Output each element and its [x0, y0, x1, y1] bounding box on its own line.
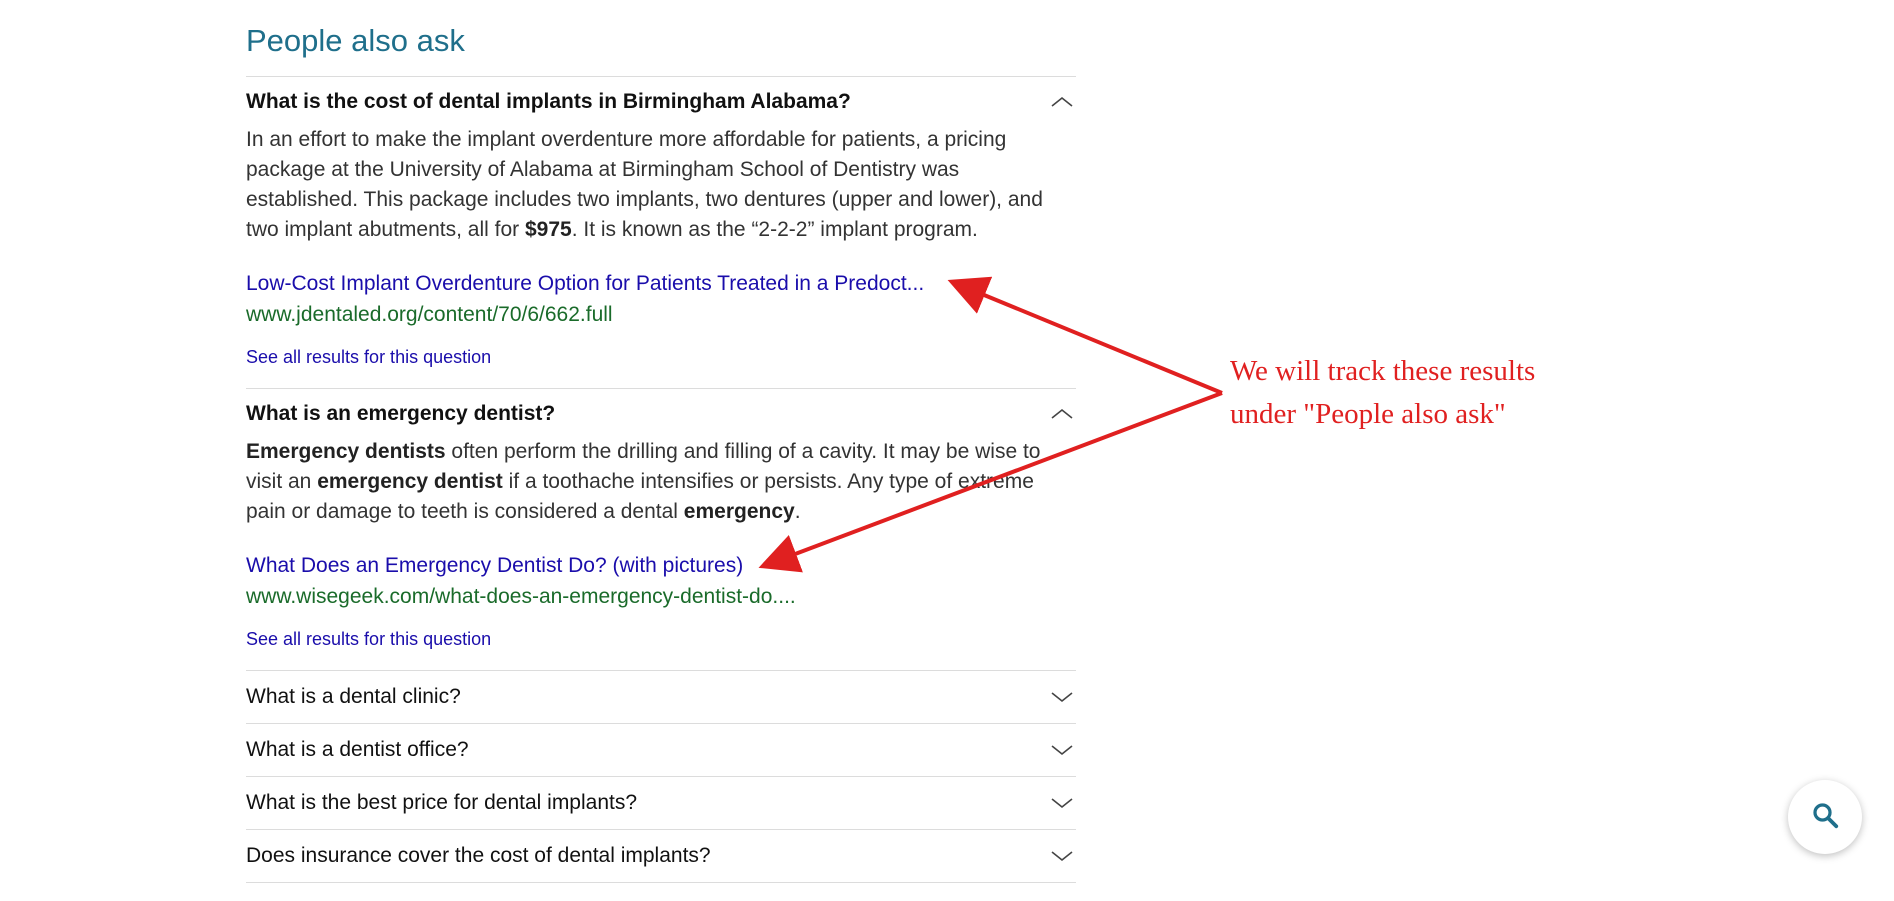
- chevron-up-icon[interactable]: [1050, 402, 1074, 426]
- question-text: What is a dentist office?: [246, 738, 469, 761]
- annotation-note: We will track these results under "Peopl…: [1230, 350, 1535, 436]
- answer-highlight: emergency: [683, 500, 795, 523]
- people-also-ask-section: People also ask What is the cost of dent…: [246, 20, 1076, 883]
- chevron-down-icon[interactable]: [1050, 791, 1074, 815]
- answer-segment: . It is known as the “2-2-2” implant pro…: [571, 218, 978, 241]
- answer-highlight: Emergency dentists: [246, 440, 446, 463]
- question-item[interactable]: What is the best price for dental implan…: [246, 776, 1076, 829]
- chevron-down-icon[interactable]: [1050, 844, 1074, 868]
- search-fab-button[interactable]: [1788, 780, 1862, 854]
- question-item[interactable]: What is a dentist office?: [246, 723, 1076, 776]
- chevron-down-icon[interactable]: [1050, 685, 1074, 709]
- result-title-link[interactable]: What Does an Emergency Dentist Do? (with…: [246, 551, 1076, 581]
- see-all-results-link[interactable]: See all results for this question: [246, 347, 1076, 388]
- question-header[interactable]: What is the cost of dental implants in B…: [246, 77, 1076, 127]
- answer-highlight: emergency dentist: [317, 470, 503, 493]
- search-icon: [1810, 800, 1840, 835]
- question-header[interactable]: What is a dental clinic?: [246, 671, 1076, 723]
- question-header[interactable]: Does insurance cover the cost of dental …: [246, 830, 1076, 882]
- question-text: Does insurance cover the cost of dental …: [246, 844, 711, 867]
- question-item: What is an emergency dentist? Emergency …: [246, 388, 1076, 670]
- question-item[interactable]: Does insurance cover the cost of dental …: [246, 829, 1076, 882]
- result-title-link[interactable]: Low-Cost Implant Overdenture Option for …: [246, 269, 1076, 299]
- answer-segment: .: [794, 500, 801, 523]
- section-title: People also ask: [246, 23, 465, 58]
- answer-highlight: $975: [524, 218, 572, 241]
- question-text: What is a dental clinic?: [246, 685, 461, 708]
- question-header[interactable]: What is an emergency dentist?: [246, 389, 1076, 439]
- see-all-results-link[interactable]: See all results for this question: [246, 629, 1076, 670]
- question-item[interactable]: What is a dental clinic?: [246, 670, 1076, 723]
- annotation-line-1: We will track these results: [1230, 355, 1536, 387]
- answer-text: Emergency dentists often perform the dri…: [246, 437, 1076, 527]
- answer-text: In an effort to make the implant overden…: [246, 125, 1076, 245]
- chevron-up-icon[interactable]: [1050, 90, 1074, 114]
- result-url: www.wisegeek.com/what-does-an-emergency-…: [246, 585, 796, 608]
- chevron-down-icon[interactable]: [1050, 738, 1074, 762]
- divider: [246, 882, 1076, 883]
- question-text: What is an emergency dentist?: [246, 402, 556, 425]
- question-item: What is the cost of dental implants in B…: [246, 76, 1076, 388]
- annotation-line-2: under "People also ask": [1230, 398, 1506, 430]
- question-header[interactable]: What is a dentist office?: [246, 724, 1076, 776]
- question-text: What is the cost of dental implants in B…: [246, 90, 851, 113]
- result-url: www.jdentaled.org/content/70/6/662.full: [246, 303, 613, 326]
- question-text: What is the best price for dental implan…: [246, 791, 638, 814]
- question-header[interactable]: What is the best price for dental implan…: [246, 777, 1076, 829]
